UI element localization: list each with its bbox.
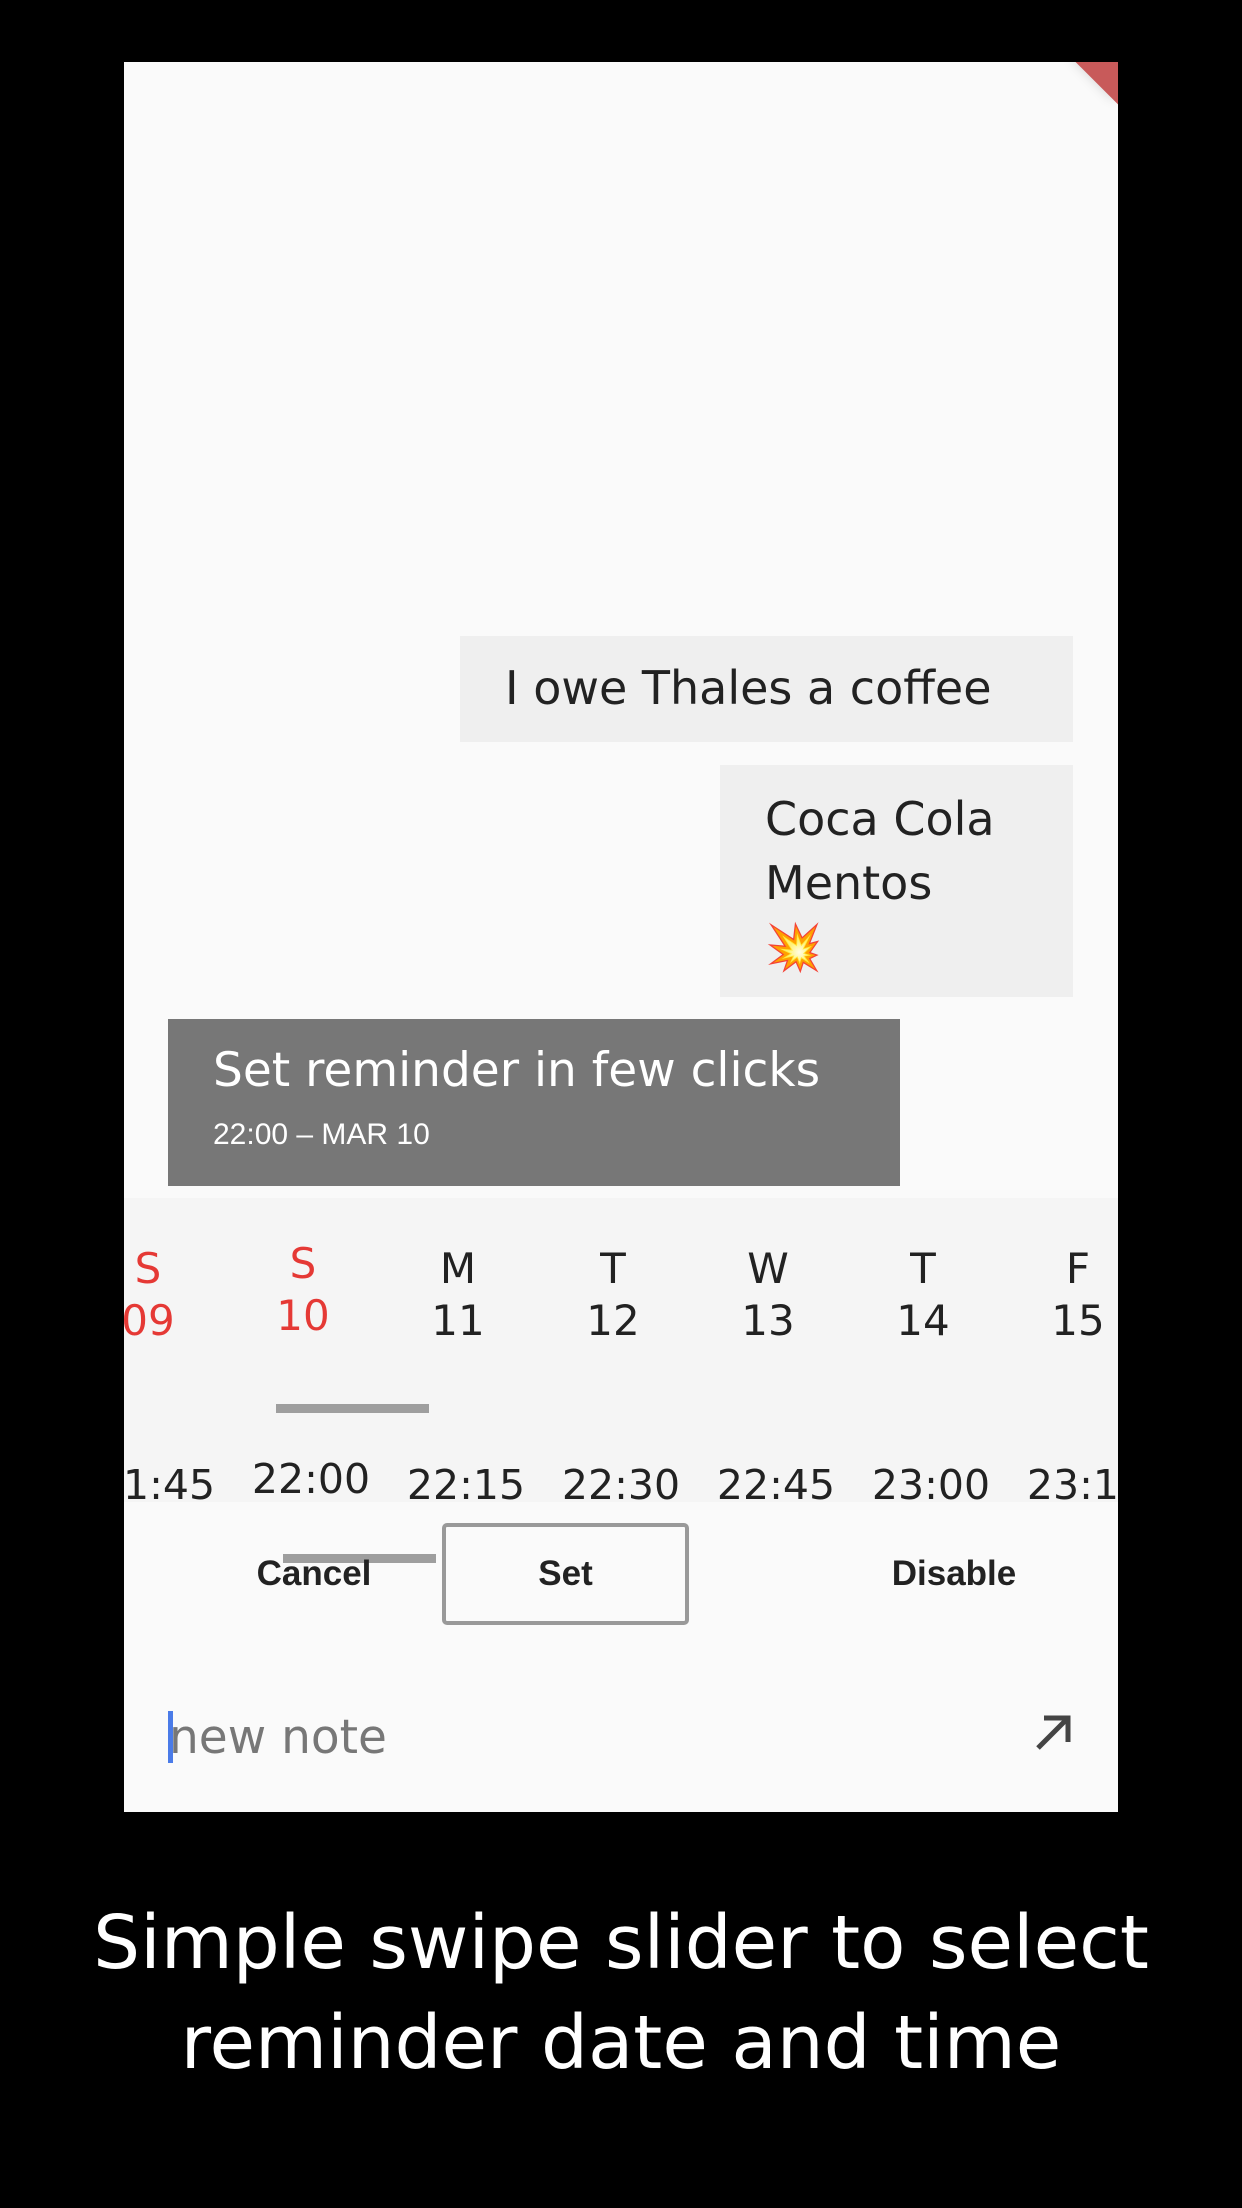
weekday-letter: S — [289, 1239, 317, 1288]
note-text: Coca Cola Mentos 💥 — [765, 792, 995, 974]
reminder-note[interactable]: Set reminder in few clicks 22:00 – MAR 1… — [168, 1019, 900, 1186]
set-button[interactable]: Set — [442, 1523, 689, 1625]
note-bubble[interactable]: I owe Thales a coffee — [460, 636, 1073, 742]
note-bubble[interactable]: Coca Cola Mentos 💥 — [720, 765, 1073, 997]
day-option[interactable]: S 10 — [228, 1238, 378, 1342]
weekday-letter: S — [134, 1244, 162, 1293]
expand-arrow-icon[interactable] — [1024, 1702, 1084, 1762]
cancel-button[interactable]: Cancel — [224, 1523, 404, 1625]
day-option[interactable]: M 11 — [383, 1243, 533, 1347]
note-text: I owe Thales a coffee — [505, 661, 992, 715]
caption-line-2: reminder date and time — [180, 2000, 1062, 2086]
day-option[interactable]: F 15 — [1003, 1243, 1118, 1347]
time-option[interactable]: 23:15 — [1011, 1461, 1118, 1509]
time-option[interactable]: 21:45 — [124, 1461, 231, 1509]
day-number: 13 — [741, 1296, 795, 1345]
reminder-subtitle: 22:00 – MAR 10 — [213, 1118, 430, 1151]
date-time-slider[interactable]: S09S10M11T12W13T14F15 21:4522:0022:1522:… — [124, 1198, 1118, 1563]
caption-line-1: Simple swipe slider to select — [93, 1900, 1149, 1986]
day-number: 12 — [586, 1296, 640, 1345]
input-placeholder: new note — [169, 1709, 387, 1765]
time-option[interactable]: 23:00 — [856, 1461, 1006, 1509]
new-note-input[interactable]: new note — [168, 1702, 1048, 1772]
selected-day-indicator — [276, 1404, 429, 1413]
weekday-letter: M — [439, 1244, 477, 1293]
day-option[interactable]: W 13 — [693, 1243, 843, 1347]
day-option[interactable]: T 14 — [848, 1243, 998, 1347]
day-option[interactable]: T 12 — [538, 1243, 688, 1347]
disable-button[interactable]: Disable — [864, 1523, 1044, 1625]
day-number: 10 — [276, 1291, 330, 1340]
weekday-letter: T — [600, 1244, 626, 1293]
weekday-letter: T — [910, 1244, 936, 1293]
app-screen: I owe Thales a coffee Coca Cola Mentos 💥… — [124, 62, 1118, 1812]
weekday-letter: F — [1065, 1244, 1091, 1293]
time-option[interactable]: 22:30 — [546, 1461, 696, 1509]
day-number: 15 — [1051, 1296, 1105, 1345]
corner-fold — [1075, 62, 1118, 105]
time-option[interactable]: 22:45 — [701, 1461, 851, 1509]
reminder-title: Set reminder in few clicks — [213, 1043, 821, 1098]
day-number: 14 — [896, 1296, 950, 1345]
time-option[interactable]: 22:00 — [236, 1455, 386, 1503]
day-option[interactable]: S 09 — [124, 1243, 223, 1347]
time-option[interactable]: 22:15 — [391, 1461, 541, 1509]
day-number: 09 — [124, 1296, 175, 1345]
weekday-letter: W — [747, 1244, 789, 1293]
day-number: 11 — [431, 1296, 485, 1345]
